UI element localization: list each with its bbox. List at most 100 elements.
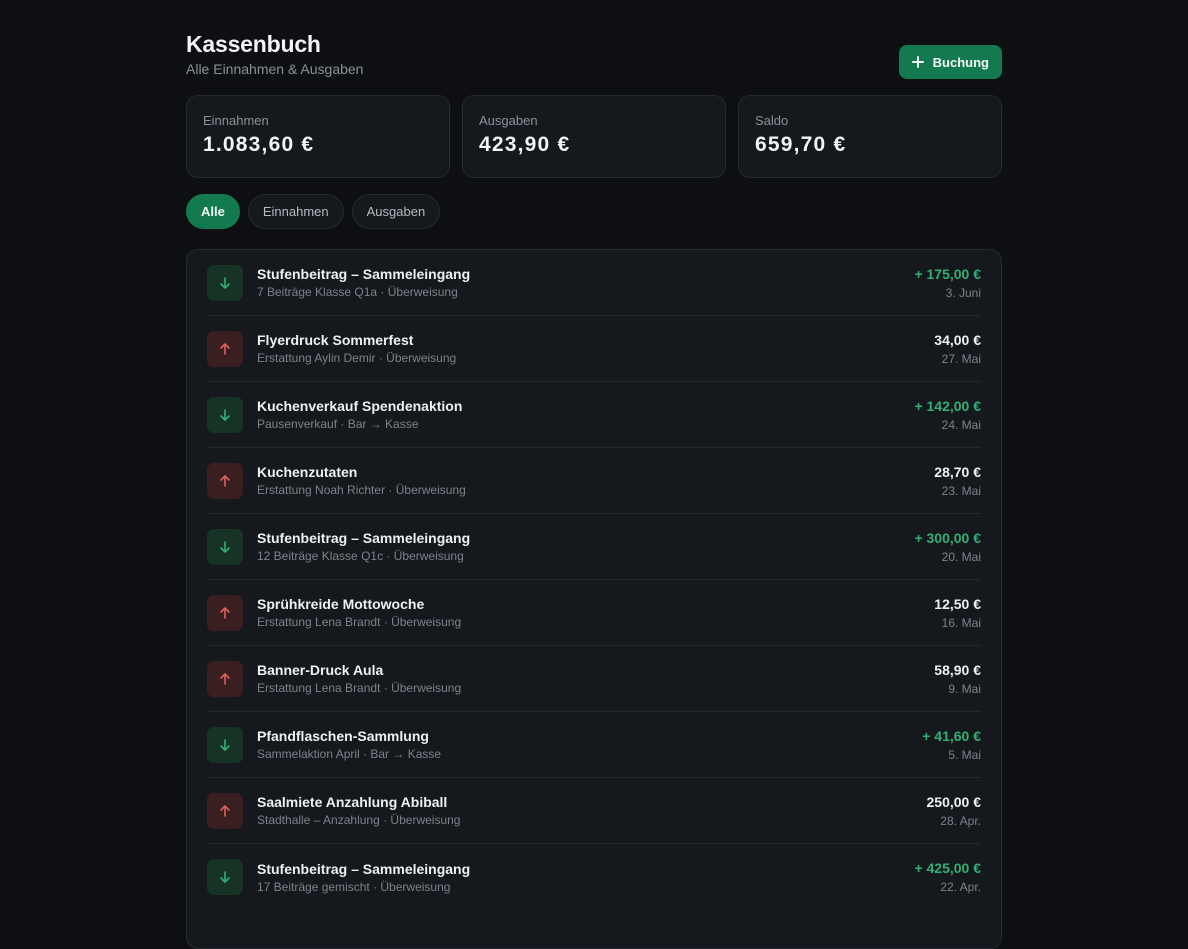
transaction-title: Stufenbeitrag – Sammeleingang <box>257 530 471 546</box>
transaction-amount: 34,00 € <box>934 331 981 348</box>
transaction-row[interactable]: Stufenbeitrag – Sammeleingang 12 Beiträg… <box>207 514 981 580</box>
card-value: 659,70 € <box>755 133 847 156</box>
transaction-text: Saalmiete Anzahlung Abiball Stadthalle –… <box>257 794 927 827</box>
arrow-down-icon <box>207 528 243 565</box>
transaction-list: Stufenbeitrag – Sammeleingang 7 Beiträge… <box>186 249 1002 949</box>
transaction-text: Kuchenzutaten Erstattung Noah Richter · … <box>257 464 934 497</box>
transaction-row[interactable]: Banner-Druck Aula Erstattung Lena Brandt… <box>207 646 981 712</box>
transaction-meta: + 41,60 € 5. Mai <box>922 728 981 762</box>
arrow-down-icon <box>207 726 243 763</box>
transaction-subtitle: Pausenverkauf · Bar → Kasse <box>257 417 419 431</box>
page-header: Kassenbuch Alle Einnahmen & Ausgaben Buc… <box>186 0 1002 95</box>
transaction-text: Pfandflaschen-Sammlung Sammelaktion Apri… <box>257 728 922 761</box>
transaction-title: Sprühkreide Mottowoche <box>257 596 425 612</box>
transaction-title: Kuchenzutaten <box>257 464 358 480</box>
transaction-date: 3. Juni <box>945 285 981 300</box>
transaction-row[interactable]: Kuchenzutaten Erstattung Noah Richter · … <box>207 448 981 514</box>
transaction-title: Stufenbeitrag – Sammeleingang <box>257 266 471 282</box>
arrow-up-icon <box>207 462 243 499</box>
transaction-date: 28. Apr. <box>940 813 981 828</box>
transaction-subtitle: Erstattung Lena Brandt · Überweisung <box>257 615 462 629</box>
transaction-text: Kuchenverkauf Spendenaktion Pausenverkau… <box>257 398 914 431</box>
arrow-up-icon <box>207 594 243 631</box>
transaction-subtitle: Erstattung Aylin Demir · Überweisung <box>257 351 457 365</box>
transaction-meta: + 175,00 € 3. Juni <box>914 266 981 300</box>
transaction-amount: 12,50 € <box>934 595 981 612</box>
add-booking-label: Buchung <box>932 54 989 70</box>
arrow-up-icon <box>207 660 243 697</box>
transaction-meta: + 425,00 € 22. Apr. <box>914 860 981 894</box>
arrow-down-icon <box>207 396 243 433</box>
transaction-row[interactable]: Flyerdruck Sommerfest Erstattung Aylin D… <box>207 316 981 382</box>
transaction-text: Sprühkreide Mottowoche Erstattung Lena B… <box>257 596 934 629</box>
arrow-up-icon <box>207 330 243 367</box>
card-value: 423,90 € <box>479 133 571 156</box>
filter-tabs: Alle Einnahmen Ausgaben <box>186 194 1002 229</box>
transaction-title: Pfandflaschen-Sammlung <box>257 728 429 744</box>
page-title: Kassenbuch <box>186 31 321 57</box>
arrow-down-icon <box>207 859 243 895</box>
transaction-date: 27. Mai <box>941 351 981 366</box>
card-label: Einnahmen <box>203 113 269 128</box>
filter-income[interactable]: Einnahmen <box>247 194 344 229</box>
transaction-date: 20. Mai <box>941 549 981 564</box>
transaction-meta: + 142,00 € 24. Mai <box>914 398 981 432</box>
transaction-text: Stufenbeitrag – Sammeleingang 17 Beiträg… <box>257 861 914 894</box>
transaction-title: Stufenbeitrag – Sammeleingang <box>257 860 471 877</box>
summary-card-income: Einnahmen 1.083,60 € <box>186 95 450 178</box>
transaction-row[interactable]: Saalmiete Anzahlung Abiball Stadthalle –… <box>207 778 981 844</box>
transaction-text: Stufenbeitrag – Sammeleingang 12 Beiträg… <box>257 530 914 563</box>
transaction-subtitle: 12 Beiträge Klasse Q1c · Überweisung <box>257 549 464 563</box>
transaction-amount: 58,90 € <box>934 661 981 678</box>
transaction-row[interactable]: Sprühkreide Mottowoche Erstattung Lena B… <box>207 580 981 646</box>
transaction-date: 23. Mai <box>941 483 981 498</box>
transaction-subtitle: Stadthalle – Anzahlung · Überweisung <box>257 813 461 827</box>
card-value: 1.083,60 € <box>203 133 315 156</box>
transaction-amount: + 175,00 € <box>914 265 981 282</box>
transaction-row[interactable]: Kuchenverkauf Spendenaktion Pausenverkau… <box>207 382 981 448</box>
transaction-row[interactable]: Pfandflaschen-Sammlung Sammelaktion Apri… <box>207 712 981 778</box>
summary-card-expenses: Ausgaben 423,90 € <box>462 95 726 178</box>
transaction-date: 16. Mai <box>941 615 981 630</box>
summary-cards: Einnahmen 1.083,60 € Ausgaben 423,90 € S… <box>186 95 1002 178</box>
transaction-meta: 28,70 € 23. Mai <box>934 464 981 498</box>
transaction-meta: 34,00 € 27. Mai <box>934 332 981 366</box>
transaction-amount: + 142,00 € <box>914 397 981 414</box>
page-subtitle: Alle Einnahmen & Ausgaben <box>186 61 364 77</box>
transaction-amount: 28,70 € <box>934 463 981 480</box>
transaction-amount: + 425,00 € <box>914 860 981 876</box>
transaction-date: 22. Apr. <box>940 880 981 894</box>
transaction-amount: + 300,00 € <box>914 529 981 546</box>
card-label: Saldo <box>755 113 789 128</box>
filter-all[interactable]: Alle <box>186 194 240 229</box>
transaction-meta: 12,50 € 16. Mai <box>934 596 981 630</box>
transaction-subtitle: 7 Beiträge Klasse Q1a · Überweisung <box>257 285 458 299</box>
transaction-date: 24. Mai <box>941 417 981 432</box>
transaction-text: Stufenbeitrag – Sammeleingang 7 Beiträge… <box>257 266 914 299</box>
transaction-title: Kuchenverkauf Spendenaktion <box>257 398 463 414</box>
transaction-meta: 58,90 € 9. Mai <box>934 662 981 696</box>
transaction-amount: 250,00 € <box>926 793 982 810</box>
arrow-up-icon <box>207 792 243 829</box>
transaction-title: Saalmiete Anzahlung Abiball <box>257 794 448 810</box>
summary-card-balance: Saldo 659,70 € <box>738 95 1002 178</box>
filter-expenses[interactable]: Ausgaben <box>351 194 441 229</box>
transaction-subtitle: 17 Beiträge gemischt · Überweisung <box>257 879 451 894</box>
transaction-meta: 250,00 € 28. Apr. <box>927 794 982 828</box>
add-booking-button[interactable]: Buchung <box>898 45 1002 79</box>
transaction-row[interactable]: Stufenbeitrag – Sammeleingang 7 Beiträge… <box>207 250 981 316</box>
transaction-row[interactable]: Stufenbeitrag – Sammeleingang 17 Beiträg… <box>207 844 981 910</box>
transaction-title: Flyerdruck Sommerfest <box>257 332 414 348</box>
plus-icon <box>911 56 924 68</box>
transaction-date: 9. Mai <box>948 681 981 696</box>
card-label: Ausgaben <box>479 113 538 128</box>
arrow-down-icon <box>207 264 243 301</box>
transaction-text: Banner-Druck Aula Erstattung Lena Brandt… <box>257 662 934 695</box>
transaction-meta: + 300,00 € 20. Mai <box>914 530 981 564</box>
kassenbuch-page: Kassenbuch Alle Einnahmen & Ausgaben Buc… <box>186 0 1002 949</box>
transaction-title: Banner-Druck Aula <box>257 662 384 678</box>
transaction-subtitle: Erstattung Lena Brandt · Überweisung <box>257 681 462 695</box>
transaction-text: Flyerdruck Sommerfest Erstattung Aylin D… <box>257 332 934 365</box>
transaction-subtitle: Erstattung Noah Richter · Überweisung <box>257 483 466 497</box>
transaction-date: 5. Mai <box>948 747 981 762</box>
